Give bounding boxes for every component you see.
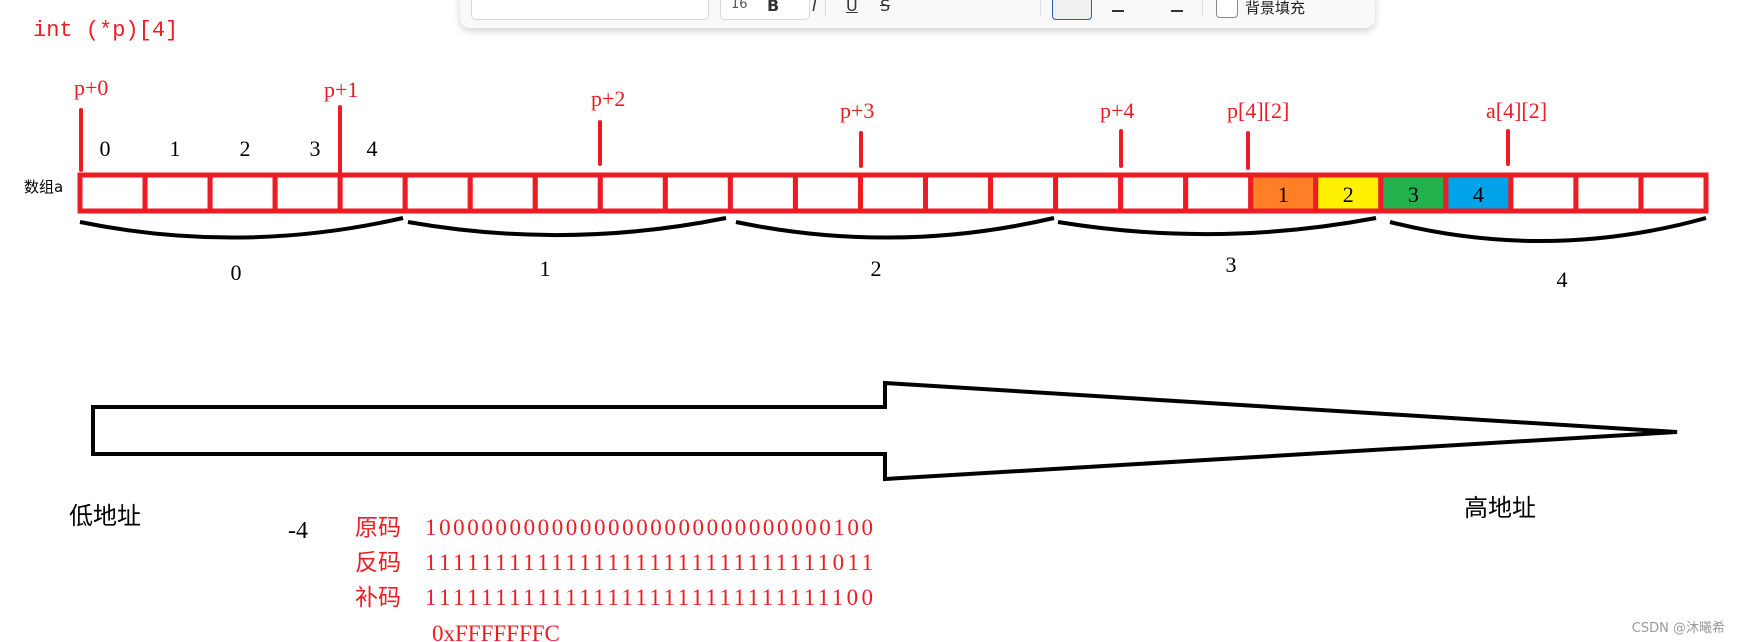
declaration-text: int (*p)[4]	[33, 18, 178, 43]
cell-value: 4	[1473, 182, 1484, 207]
cell-value: 3	[1408, 182, 1419, 207]
pointer-label: a[4][2]	[1486, 98, 1547, 123]
number-value: -4	[288, 518, 308, 544]
array-cell	[727, 172, 798, 214]
group-label: 0	[231, 260, 242, 285]
group-brace	[79, 216, 404, 240]
array-cell	[1053, 172, 1124, 214]
group-label: 3	[1226, 252, 1237, 277]
pointer-label: p+3	[840, 98, 874, 123]
array-cell	[1573, 172, 1644, 214]
high-address-label: 高地址	[1464, 495, 1536, 522]
pointer-label: p+2	[591, 86, 625, 111]
array-cell	[402, 172, 473, 214]
encoding-bits: 11111111111111111111111111111011	[425, 550, 873, 575]
array-cell	[792, 172, 863, 214]
encoding-name: 原码	[355, 515, 401, 540]
encoding-name: 反码	[355, 550, 401, 575]
array-cell	[1508, 172, 1579, 214]
element-index-label: 3	[310, 136, 321, 161]
array-label: 数组a	[24, 178, 63, 196]
element-index-label: 1	[170, 136, 181, 161]
array-cell	[77, 172, 148, 214]
group-brace	[1057, 216, 1377, 237]
cell-value: 2	[1343, 182, 1354, 207]
array-cell	[337, 172, 408, 214]
array-cell	[662, 172, 733, 214]
cell-value: 1	[1278, 182, 1289, 207]
group-brace	[1389, 216, 1707, 243]
group-brace	[735, 216, 1055, 240]
array-cell	[142, 172, 213, 214]
array-cell	[923, 172, 994, 214]
array-cell	[207, 172, 278, 214]
array-cell	[272, 172, 343, 214]
array-cell	[597, 172, 668, 214]
encoding-bits: 10000000000000000000000000000100	[425, 515, 873, 540]
array-cell	[857, 172, 929, 214]
group-label: 1	[540, 256, 551, 281]
group-label: 2	[871, 256, 882, 281]
array-cell	[988, 172, 1059, 214]
element-index-label: 2	[240, 136, 251, 161]
array-memory-diagram: int (*p)[4] 数组a 0 1 2 3 4 p+0 p+1 p+2 p+3 p+4 p[4…	[24, 18, 1709, 642]
group-label: 4	[1557, 267, 1568, 292]
encoding-bits: 11111111111111111111111111111100	[425, 585, 873, 610]
watermark: CSDN @沐曦希	[1631, 621, 1725, 636]
encoding-name: 补码	[355, 585, 401, 610]
pointer-label: p+1	[324, 77, 358, 102]
pointer-label: p[4][2]	[1227, 98, 1289, 123]
hex-value: 0xFFFFFFFC	[432, 621, 560, 642]
address-direction-arrow	[91, 380, 1678, 482]
element-index-label: 4	[367, 136, 378, 161]
element-index-label: 0	[100, 136, 111, 161]
array-cell	[467, 172, 538, 214]
low-address-label: 低地址	[69, 503, 141, 530]
pointer-label: p+4	[1100, 98, 1134, 123]
array-cell	[1183, 172, 1254, 214]
pointer-label: p+0	[74, 75, 108, 100]
array-cell	[532, 172, 603, 214]
array-cell	[1118, 172, 1189, 214]
group-brace	[407, 216, 727, 238]
array-cell	[1638, 172, 1709, 214]
